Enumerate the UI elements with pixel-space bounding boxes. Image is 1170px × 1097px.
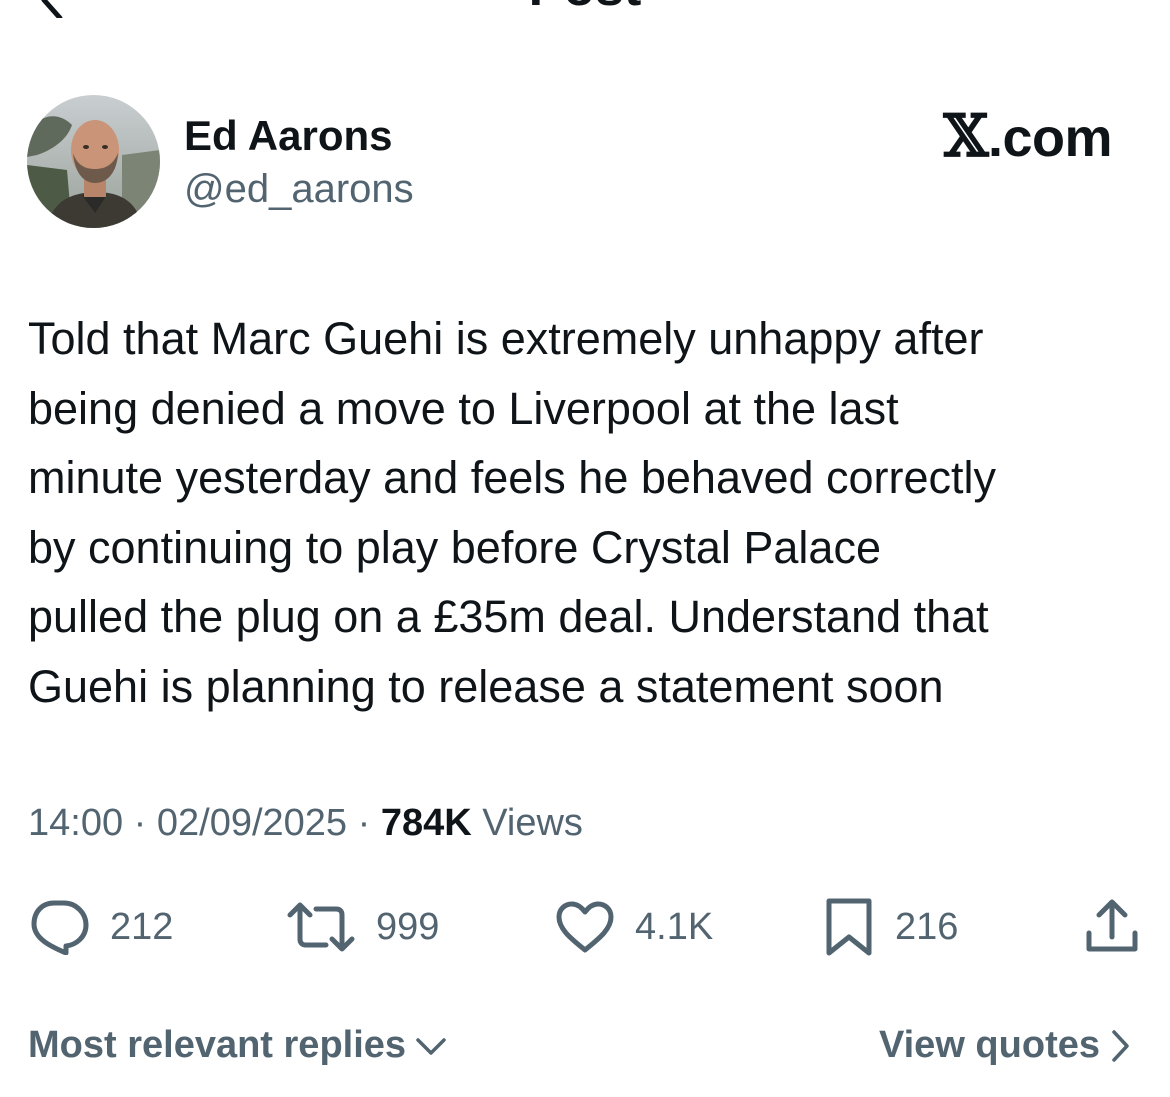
brand-suffix: .com	[987, 108, 1113, 168]
bookmark-icon	[826, 898, 872, 956]
replies-sort-label: Most relevant replies	[28, 1024, 407, 1066]
replies-sort-dropdown[interactable]: Most relevant replies	[28, 1024, 448, 1067]
meta-separator: ·	[133, 802, 147, 844]
post-text-line: by continuing to play before Crystal Pal…	[28, 521, 881, 573]
post-date: 02/09/2025	[156, 802, 348, 844]
top-nav-bar: Post	[0, 0, 1170, 20]
share-icon	[1086, 899, 1138, 952]
like-icon	[556, 901, 614, 953]
reply-icon	[31, 900, 89, 955]
like-count: 4.1K	[635, 906, 714, 948]
view-quotes-button[interactable]: View quotes	[879, 1024, 1132, 1067]
author-handle[interactable]: @ed_aarons	[184, 166, 414, 212]
post-text-line: Told that Marc Guehi is extremely unhapp…	[28, 313, 984, 364]
post-meta: 14:00 · 02/09/2025 · 784K Views	[28, 800, 583, 846]
post-text-line: pulled the plug on a £35m deal. Understa…	[28, 591, 989, 642]
meta-separator: ·	[357, 802, 371, 844]
bookmark-button[interactable]: 216	[823, 895, 958, 959]
views-label[interactable]: Views	[482, 802, 583, 844]
repost-count: 999	[376, 906, 440, 948]
action-bar: 212 999 4.1K 216	[0, 895, 1170, 959]
post-text-line: Guehi is planning to release a statement…	[28, 660, 944, 712]
repost-icon	[287, 902, 355, 952]
post-text: Told that Marc Guehi is extremely unhapp…	[28, 304, 1148, 721]
chevron-down-icon	[416, 1037, 446, 1055]
post-text-line: minute yesterday and feels he behaved co…	[28, 452, 997, 503]
post-text-line: being denied a move to Liverpool at the …	[28, 382, 899, 434]
brand-watermark: 𝕏.com	[943, 106, 1112, 168]
x-logo-icon: 𝕏	[943, 102, 988, 170]
replies-bar: Most relevant replies View quotes	[0, 1018, 1170, 1078]
view-quotes-label: View quotes	[878, 1024, 1100, 1066]
avatar[interactable]	[27, 95, 160, 228]
reply-count: 212	[110, 906, 174, 948]
views-count[interactable]: 784K	[381, 802, 472, 844]
author-name[interactable]: Ed Aarons	[184, 112, 392, 160]
repost-button[interactable]: 999	[286, 895, 439, 959]
chevron-right-icon	[1112, 1029, 1129, 1062]
avatar-photo	[27, 95, 160, 228]
bookmark-count: 216	[895, 906, 959, 948]
reply-button[interactable]: 212	[28, 895, 173, 959]
post-time: 14:00	[28, 802, 124, 844]
like-button[interactable]: 4.1K	[555, 895, 713, 959]
share-button[interactable]	[1083, 895, 1141, 959]
page-title: Post	[0, 0, 1170, 14]
